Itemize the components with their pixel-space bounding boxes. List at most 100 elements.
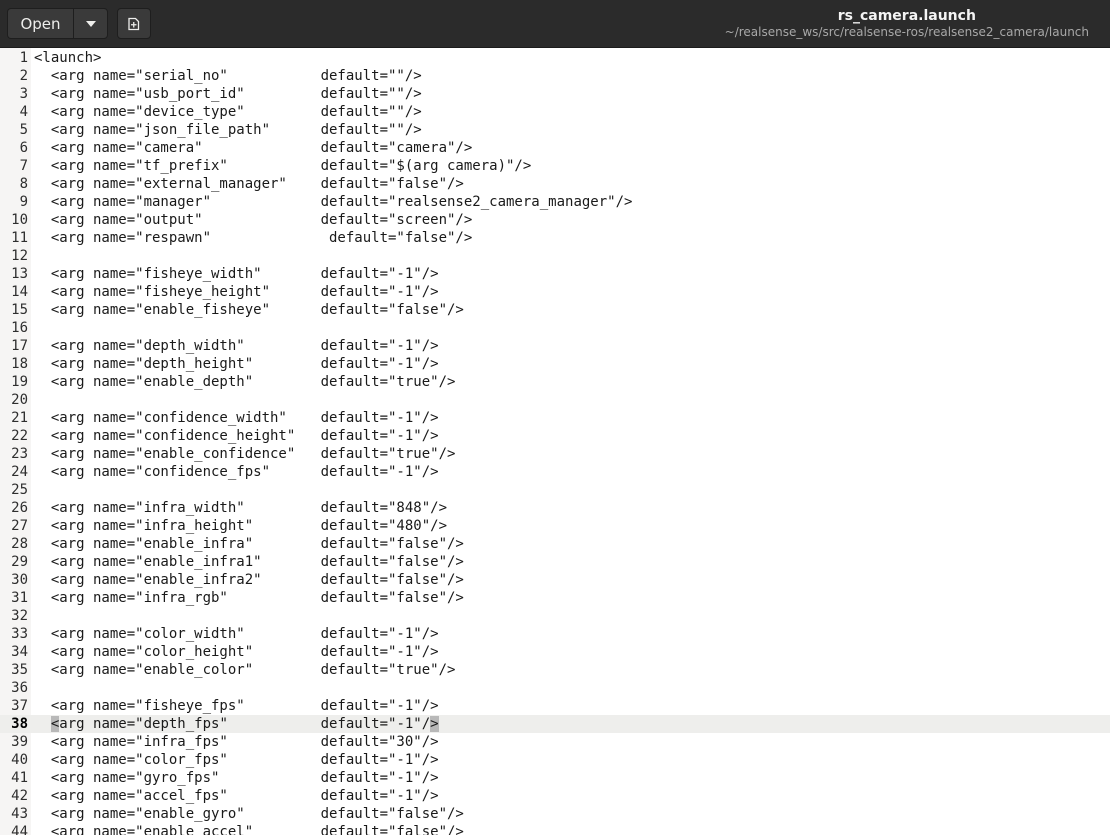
line-number: 43 [11,806,28,822]
line-text: <arg name="depth_fps" default="-1"/> [50,716,439,732]
code-line[interactable]: 9 <arg name="manager" default="realsense… [0,193,1110,211]
line-number: 11 [11,230,28,246]
code-line[interactable]: 28 <arg name="enable_infra" default="fal… [0,535,1110,553]
code-line[interactable]: 31 <arg name="infra_rgb" default="false"… [0,589,1110,607]
code-line[interactable]: 20 [0,391,1110,409]
line-text: <arg name="color_height" default="-1"/> [34,644,439,660]
line-number: 18 [11,356,28,372]
code-lines[interactable]: 1 <launch> 2 <arg name="serial_no" default… [0,49,1110,835]
code-line[interactable]: 36 [0,679,1110,697]
file-name: rs_camera.launch [837,8,976,24]
code-line[interactable]: 41 <arg name="gyro_fps" default="-1"/> [0,769,1110,787]
line-text: <arg name="device_type" default=""/> [34,104,422,120]
code-line[interactable]: 23 <arg name="enable_confidence" default… [0,445,1110,463]
line-text: <launch> [34,50,102,66]
matching-bracket: > [430,716,439,732]
code-line[interactable]: 3 <arg name="usb_port_id" default=""/> [0,85,1110,103]
code-line[interactable]: 5 <arg name="json_file_path" default=""/… [0,121,1110,139]
code-line[interactable]: 30 <arg name="enable_infra2" default="fa… [0,571,1110,589]
code-line[interactable]: 12 [0,247,1110,265]
line-number: 34 [11,644,28,660]
line-text: <arg name="enable_color" default="true"/… [34,662,456,678]
code-line[interactable]: 43 <arg name="enable_gyro" default="fals… [0,805,1110,823]
line-number: 22 [11,428,28,444]
line-text: <arg name="tf_prefix" default="$(arg cam… [34,158,532,174]
line-text: <arg name="respawn" default="false"/> [34,230,473,246]
line-text: <arg name="fisheye_fps" default="-1"/> [34,698,439,714]
line-number: 28 [11,536,28,552]
code-line[interactable]: 7 <arg name="tf_prefix" default="$(arg c… [0,157,1110,175]
line-text: <arg name="confidence_height" default="-… [34,428,439,444]
line-number: 30 [11,572,28,588]
line-text: <arg name="camera" default="camera"/> [34,140,473,156]
line-number: 3 [19,86,28,102]
open-menu-button[interactable] [73,8,108,39]
code-line[interactable]: 33 <arg name="color_width" default="-1"/… [0,625,1110,643]
code-line[interactable]: 34 <arg name="color_height" default="-1"… [0,643,1110,661]
code-line[interactable]: 18 <arg name="depth_height" default="-1"… [0,355,1110,373]
line-number: 21 [11,410,28,426]
line-number: 20 [11,392,28,408]
line-number: 44 [11,824,28,835]
line-number: 35 [11,662,28,678]
code-line[interactable]: 13 <arg name="fisheye_width" default="-1… [0,265,1110,283]
line-text: <arg name="accel_fps" default="-1"/> [34,788,439,804]
line-text: <arg name="color_width" default="-1"/> [34,626,439,642]
header-bar: Open rs_camera.launch ~/realsense_ws/src… [0,0,1110,48]
code-line[interactable]: 22 <arg name="confidence_height" default… [0,427,1110,445]
code-line[interactable]: 8 <arg name="external_manager" default="… [0,175,1110,193]
line-number: 1 [19,50,28,66]
line-number: 31 [11,590,28,606]
line-text: <arg name="output" default="screen"/> [34,212,473,228]
line-number: 10 [11,212,28,228]
line-text: <arg name="confidence_width" default="-1… [34,410,439,426]
code-line[interactable]: 32 [0,607,1110,625]
code-line[interactable]: 39 <arg name="infra_fps" default="30"/> [0,733,1110,751]
line-text: <arg name="confidence_fps" default="-1"/… [34,464,439,480]
line-number: 15 [11,302,28,318]
line-text: <arg name="depth_width" default="-1"/> [34,338,439,354]
line-text: <arg name="enable_confidence" default="t… [34,446,456,462]
code-line[interactable]: 25 [0,481,1110,499]
code-line[interactable]: 16 [0,319,1110,337]
code-line[interactable]: 27 <arg name="infra_height" default="480… [0,517,1110,535]
code-line[interactable]: 42 <arg name="accel_fps" default="-1"/> [0,787,1110,805]
code-line[interactable]: 44 <arg name="enable_accel" default="fal… [0,823,1110,835]
editor-area[interactable]: 1 <launch> 2 <arg name="serial_no" default… [0,48,1110,835]
line-text: <arg name="serial_no" default=""/> [34,68,422,84]
code-line[interactable]: 2 <arg name="serial_no" default=""/> [0,67,1110,85]
line-number: 42 [11,788,28,804]
code-line[interactable]: 19 <arg name="enable_depth" default="tru… [0,373,1110,391]
code-line[interactable]: 21 <arg name="confidence_width" default=… [0,409,1110,427]
line-number: 41 [11,770,28,786]
line-text: <arg name="enable_depth" default="true"/… [34,374,456,390]
new-document-button[interactable] [117,8,151,39]
code-line[interactable]: 29 <arg name="enable_infra1" default="fa… [0,553,1110,571]
line-number: 36 [11,680,28,696]
line-number: 13 [11,266,28,282]
matching-bracket: < [50,716,60,732]
text-editor-window: Open rs_camera.launch ~/realsense_ws/src… [0,0,1110,835]
code-line[interactable]: 15 <arg name="enable_fisheye" default="f… [0,301,1110,319]
code-line[interactable]: 40 <arg name="color_fps" default="-1"/> [0,751,1110,769]
open-button[interactable]: Open [7,8,73,39]
code-line[interactable]: 10 <arg name="output" default="screen"/> [0,211,1110,229]
line-number: 33 [11,626,28,642]
code-line[interactable]: 35 <arg name="enable_color" default="tru… [0,661,1110,679]
code-line[interactable]: 14 <arg name="fisheye_height" default="-… [0,283,1110,301]
code-line[interactable]: 4 <arg name="device_type" default=""/> [0,103,1110,121]
code-line[interactable]: 11 <arg name="respawn" default="false"/> [0,229,1110,247]
line-number: 37 [11,698,28,714]
code-line[interactable]: 1 <launch> [0,49,1110,67]
line-text: <arg name="infra_fps" default="30"/> [34,734,439,750]
code-line[interactable]: 17 <arg name="depth_width" default="-1"/… [0,337,1110,355]
line-number: 16 [11,320,28,336]
code-line[interactable]: 6 <arg name="camera" default="camera"/> [0,139,1110,157]
current-line[interactable]: 38 <arg name="depth_fps" default="-1"/> [0,715,1110,733]
line-text: <arg name="manager" default="realsense2_… [34,194,633,210]
code-line[interactable]: 26 <arg name="infra_width" default="848"… [0,499,1110,517]
line-text: <arg name="enable_accel" default="false"… [34,824,464,835]
line-number: 19 [11,374,28,390]
code-line[interactable]: 37 <arg name="fisheye_fps" default="-1"/… [0,697,1110,715]
code-line[interactable]: 24 <arg name="confidence_fps" default="-… [0,463,1110,481]
